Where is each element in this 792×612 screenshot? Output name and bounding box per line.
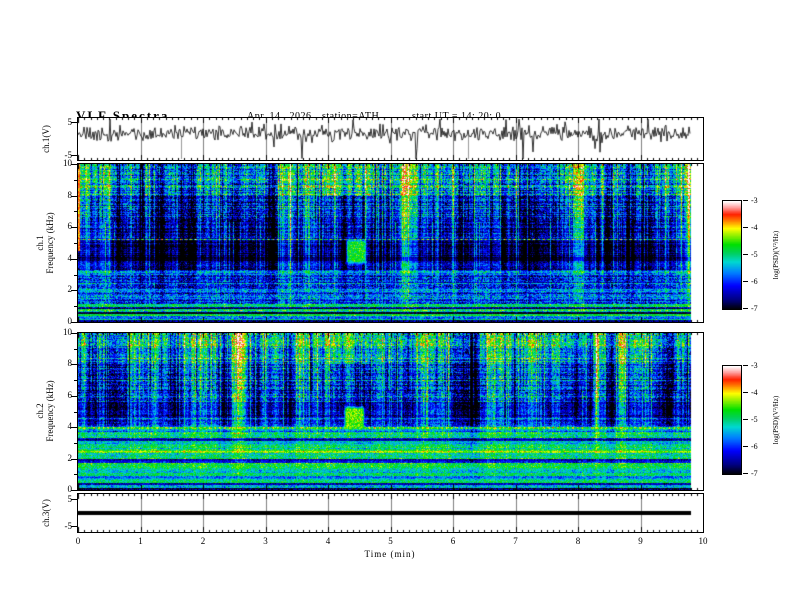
colorbar-tick <box>743 419 748 420</box>
colorbar-tick-label: -3 <box>751 361 758 370</box>
x-tick-label: 6 <box>450 536 456 546</box>
freq-tick-label: 0 <box>67 316 73 326</box>
volt-major-tick <box>71 122 77 123</box>
colorbar-tick-label: -6 <box>751 277 758 286</box>
ch3-waveform-canvas <box>78 494 703 532</box>
freq-tick-label: 10 <box>63 327 72 337</box>
freq-major-tick <box>71 164 77 165</box>
freq-tick-label: 4 <box>67 421 73 432</box>
colorbar-tick <box>743 254 748 255</box>
colorbar-2-label: log(PSD)(V²/Hz) <box>772 395 780 445</box>
ch1-spectrogram-canvas <box>78 164 703 322</box>
freq-tick-label: 2 <box>67 452 73 463</box>
freq-major-tick <box>71 227 77 228</box>
colorbar-1-label: log(PSD)(V²/Hz) <box>772 230 780 280</box>
x-tick-label: 5 <box>388 536 393 546</box>
colorbar-tick <box>743 281 748 282</box>
freq-major-tick <box>71 396 77 397</box>
colorbar-tick <box>743 227 748 228</box>
freq-major-tick <box>71 427 77 428</box>
colorbar-tick <box>743 200 748 201</box>
freq-major-tick <box>71 196 77 197</box>
ch3v-axis-label: ch.3(V) <box>41 499 51 527</box>
freq-major-tick <box>71 364 77 365</box>
x-tick-label: 8 <box>575 536 581 546</box>
colorbar-tick <box>743 365 748 366</box>
freq-tick-label: 6 <box>67 221 73 232</box>
volt-tick-label: 5 <box>67 494 73 504</box>
colorbar-tick-label: -6 <box>751 442 758 451</box>
colorbar-tick-label: -3 <box>751 196 758 205</box>
time-axis-label: Time (min) <box>364 549 416 559</box>
freq-minor-tick <box>74 412 77 413</box>
colorbar-tick-label: -4 <box>751 388 758 397</box>
freq-major-tick <box>71 459 77 460</box>
colorbar-tick-label: -7 <box>751 304 758 313</box>
sp2-axis-label: ch.2 Frequency (kHz) <box>35 380 55 441</box>
ch1-waveform-canvas <box>78 118 703 160</box>
colorbar-tick <box>743 308 748 309</box>
ch1-spectrogram-panel <box>77 163 704 323</box>
freq-major-tick <box>71 259 77 260</box>
colorbar-tick-label: -5 <box>751 415 758 424</box>
freq-minor-tick <box>74 443 77 444</box>
x-tick-label: 10 <box>698 536 708 546</box>
x-tick-label: 7 <box>513 536 518 546</box>
freq-major-tick <box>71 490 77 491</box>
freq-tick-label: 4 <box>67 252 73 263</box>
freq-minor-tick <box>74 380 77 381</box>
freq-minor-tick <box>74 211 77 212</box>
volt-tick-label: -5 <box>64 521 73 531</box>
volt-major-tick <box>71 155 77 156</box>
ch3-waveform-panel <box>77 493 704 533</box>
colorbar-tick <box>743 446 748 447</box>
colorbar-tick-label: -4 <box>751 223 758 232</box>
colorbar-tick <box>743 473 748 474</box>
colorbar-tick-label: -5 <box>751 250 758 259</box>
freq-tick-label: 0 <box>67 484 73 494</box>
freq-major-tick <box>71 290 77 291</box>
colorbar-tick-label: -7 <box>751 469 758 478</box>
freq-minor-tick <box>74 180 77 181</box>
volt-tick-label: -5 <box>64 150 73 160</box>
freq-minor-tick <box>74 306 77 307</box>
volt-major-tick <box>71 526 77 527</box>
colorbar-2-canvas <box>723 366 741 474</box>
colorbar-1 <box>722 200 742 310</box>
colorbar-tick <box>743 392 748 393</box>
sp1-axis-label-line1: ch.1 <box>35 235 45 251</box>
volt-tick-label: 5 <box>67 117 73 127</box>
freq-tick-label: 8 <box>67 189 73 200</box>
sp1-axis-label: ch.1 Frequency (kHz) <box>35 212 55 273</box>
x-tick-label: 9 <box>638 536 643 546</box>
freq-major-tick <box>71 333 77 334</box>
freq-minor-tick <box>74 275 77 276</box>
volt-major-tick <box>71 499 77 500</box>
ch1-waveform-panel <box>77 117 704 161</box>
freq-minor-tick <box>74 349 77 350</box>
freq-major-tick <box>71 322 77 323</box>
ch1v-axis-label: ch.1(V) <box>41 125 51 153</box>
freq-tick-label: 2 <box>67 284 73 295</box>
freq-minor-tick <box>74 474 77 475</box>
colorbar-1-canvas <box>723 201 741 309</box>
ch2-spectrogram-panel <box>77 332 704 491</box>
colorbar-2 <box>722 365 742 475</box>
sp2-axis-label-line1: ch.2 <box>35 403 45 419</box>
freq-tick-label: 6 <box>67 389 73 400</box>
x-tick-label: 3 <box>263 536 268 546</box>
x-tick-label: 0 <box>75 536 81 546</box>
ch2-spectrogram-canvas <box>78 333 703 490</box>
freq-tick-label: 8 <box>67 358 73 369</box>
x-tick-label: 2 <box>200 536 206 546</box>
x-tick-label: 4 <box>325 536 331 546</box>
vlf-spectra-figure: VLF Spectra Apr. 14 , 2026 station=ATH s… <box>0 0 792 612</box>
x-tick-label: 1 <box>138 536 143 546</box>
freq-minor-tick <box>74 243 77 244</box>
